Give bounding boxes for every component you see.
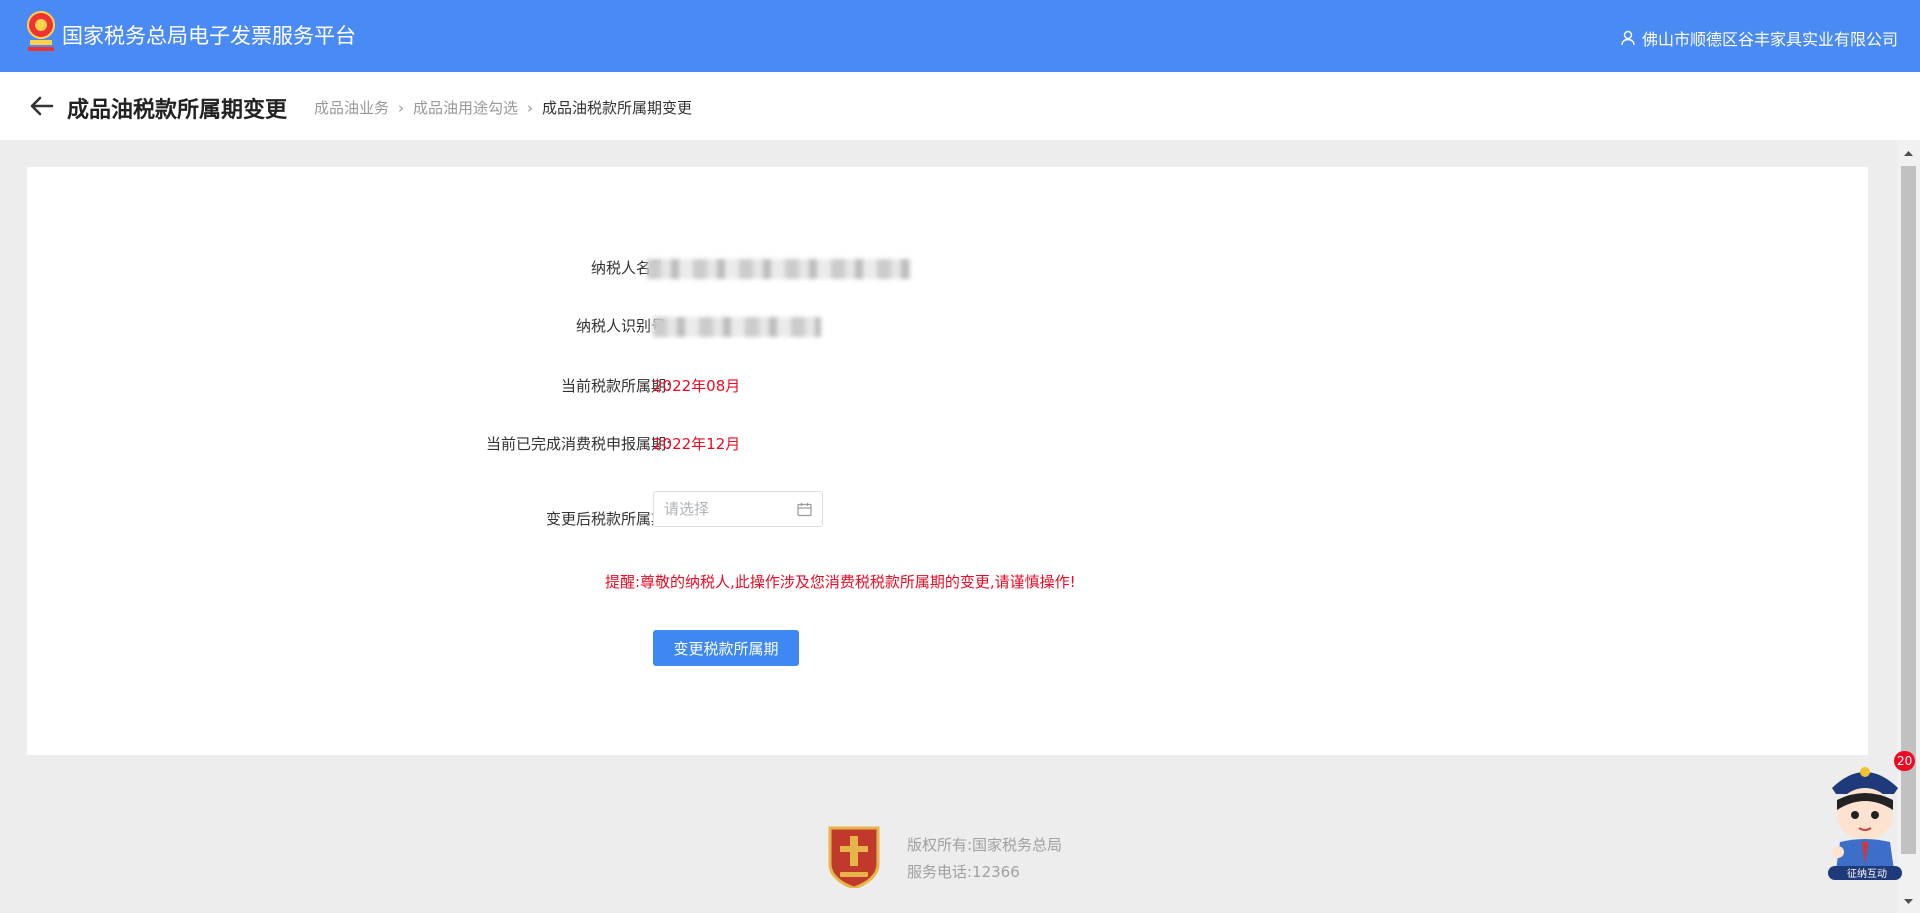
user-name: 佛山市顺德区谷丰家具实业有限公司	[1641, 30, 1898, 49]
completed-period-label: 当前已完成消费税申报属期:	[485, 435, 671, 453]
footer-info: 版权所有:国家税务总局 服务电话:12366	[907, 832, 1062, 886]
user-menu[interactable]: 佛山市顺德区谷丰家具实业有限公司	[1620, 26, 1898, 50]
scroll-down-arrow-icon[interactable]	[1897, 893, 1920, 911]
completed-period-row: 当前已完成消费税申报属期: 2022年12月	[27, 433, 1868, 457]
scroll-up-arrow-icon[interactable]	[1897, 144, 1920, 162]
new-period-row: 变更后税款所属期:	[27, 508, 1868, 532]
taxpayer-id-value-redacted	[653, 315, 821, 341]
current-period-value: 2022年08月	[653, 377, 741, 395]
breadcrumb-item-oil-usage[interactable]: 成品油用途勾选	[413, 97, 518, 118]
party-building-badge-icon	[828, 826, 880, 888]
back-arrow-icon[interactable]	[28, 94, 54, 118]
notification-badge: 20	[1894, 751, 1916, 771]
breadcrumb-item-current: 成品油税款所属期变更	[542, 99, 693, 117]
completed-period-value: 2022年12月	[653, 435, 741, 453]
new-period-input[interactable]	[654, 492, 784, 526]
chevron-right-icon: ›	[398, 98, 405, 117]
footer-phone: 服务电话:12366	[907, 863, 1020, 881]
warning-tip: 提醒:尊敬的纳税人,此操作涉及您消费税税款所属期的变更,请谨慎操作!	[605, 573, 1076, 591]
taxpayer-name-value-redacted	[647, 257, 911, 283]
taxpayer-id-row: 纳税人识别号:	[27, 315, 1868, 339]
user-icon	[1621, 30, 1635, 46]
breadcrumb-item-oil-business[interactable]: 成品油业务	[314, 97, 389, 118]
service-assistant-avatar[interactable]: 征纳互动	[1824, 752, 1906, 882]
page-header: 成品油税款所属期变更 成品油业务 › 成品油用途勾选 › 成品油税款所属期变更	[0, 72, 1920, 140]
calendar-icon	[797, 503, 812, 517]
tax-bureau-emblem-icon	[27, 11, 55, 51]
breadcrumb: 成品油业务 › 成品油用途勾选 › 成品油税款所属期变更	[314, 97, 692, 118]
chevron-right-icon: ›	[527, 98, 534, 117]
page-title: 成品油税款所属期变更	[67, 98, 288, 123]
footer-copyright: 版权所有:国家税务总局	[907, 836, 1063, 854]
taxpayer-name-row: 纳税人名称:	[27, 257, 1868, 281]
top-header: 国家税务总局电子发票服务平台 佛山市顺德区谷丰家具实业有限公司	[0, 0, 1920, 72]
app-title: 国家税务总局电子发票服务平台	[62, 24, 356, 48]
change-period-button[interactable]: 变更税款所属期	[653, 630, 799, 666]
assistant-label: 征纳互动	[1847, 867, 1887, 880]
new-period-datepicker[interactable]	[653, 491, 823, 527]
current-period-row: 当前税款所属期: 2022年08月	[27, 375, 1868, 399]
form-card: 纳税人名称: 纳税人识别号: 当前税款所属期: 2022年08月 当前已完成消费…	[27, 167, 1868, 755]
